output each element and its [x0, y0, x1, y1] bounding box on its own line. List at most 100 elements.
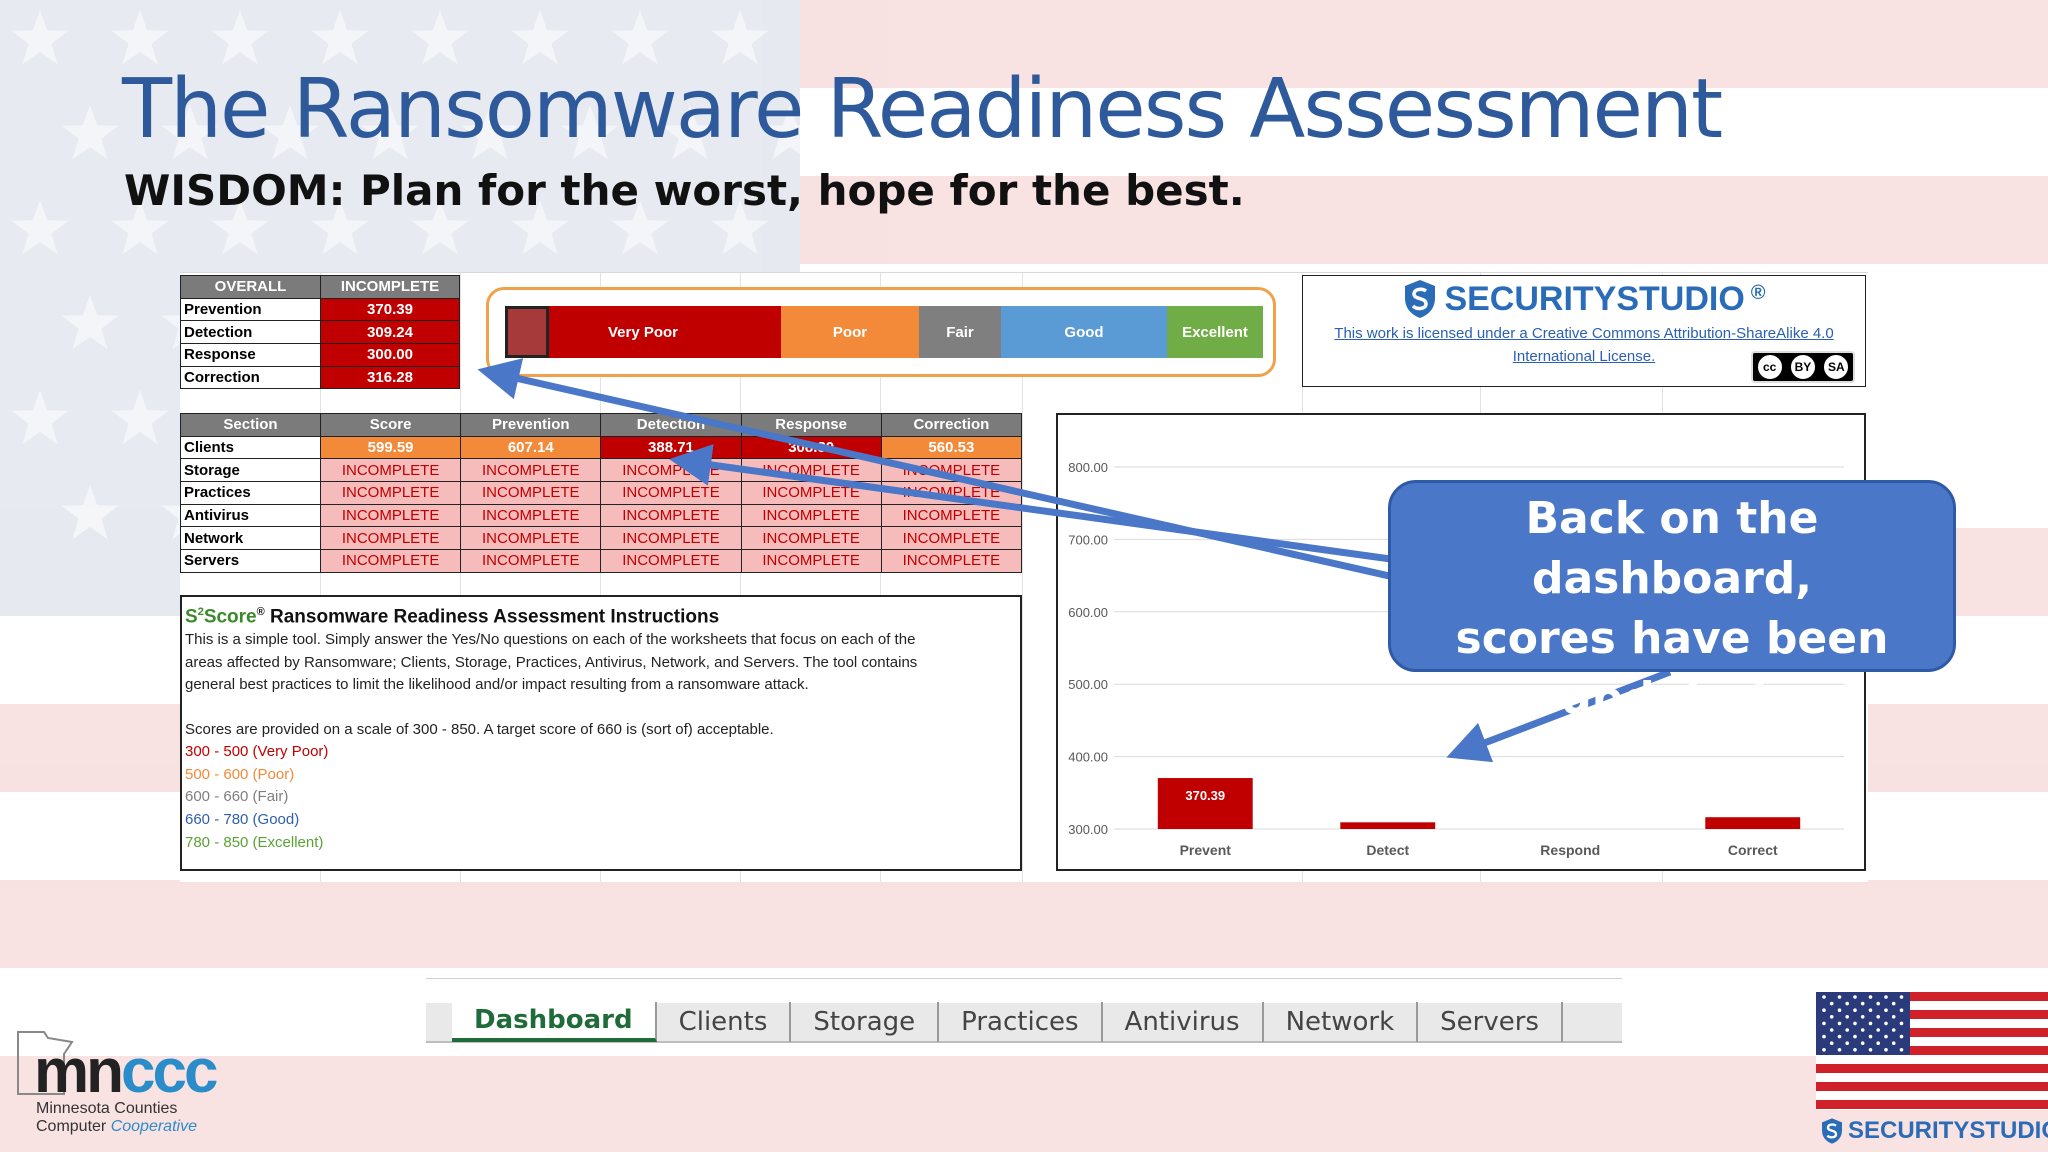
mn-text: mn	[34, 1037, 124, 1106]
instructions-title: Ransomware Readiness Assessment Instruct…	[264, 606, 720, 628]
response-cell[interactable]: INCOMPLETE	[740, 549, 882, 573]
scale-excellent: Excellent	[1167, 306, 1263, 358]
y-tick-label: 700.00	[1068, 532, 1108, 547]
detection-cell[interactable]: 388.71	[600, 435, 742, 460]
section-header[interactable]: Section	[180, 413, 321, 437]
overall-scores-table: OVERALL INCOMPLETE Prevention 370.39 Det…	[180, 275, 460, 390]
prevention-cell[interactable]: INCOMPLETE	[460, 526, 602, 551]
tab-antivirus[interactable]: Antivirus	[1103, 1002, 1264, 1042]
correction-cell[interactable]: INCOMPLETE	[880, 481, 1023, 505]
instructions-panel[interactable]: S2Score® Ransomware Readiness Assessment…	[180, 595, 1022, 871]
overall-value[interactable]: 316.28	[320, 365, 460, 390]
overall-status-header[interactable]: INCOMPLETE	[320, 275, 460, 299]
correction-cell[interactable]: INCOMPLETE	[880, 526, 1023, 551]
slide-title: The Ransomware Readiness Assessment	[122, 62, 1723, 157]
flag-star	[1876, 1001, 1880, 1006]
overall-value[interactable]: 300.00	[320, 343, 460, 367]
overall-label[interactable]: Prevention	[180, 297, 321, 322]
mnccc-logo: mnccc Minnesota Counties Computer Cooper…	[14, 1028, 234, 1146]
range-very-poor: 300 - 500 (Very Poor)	[185, 743, 329, 761]
section-label[interactable]: Storage	[180, 458, 321, 483]
prevention-cell[interactable]: INCOMPLETE	[460, 549, 602, 573]
section-label[interactable]: Clients	[180, 435, 321, 460]
callout-bubble: Back on the dashboard, scores have been …	[1388, 480, 1956, 724]
prevention-header[interactable]: Prevention	[460, 413, 602, 437]
mnccc-wordmark: mnccc	[34, 1036, 218, 1107]
response-cell[interactable]: INCOMPLETE	[740, 458, 882, 483]
overall-value[interactable]: 309.24	[320, 320, 460, 345]
detection-cell[interactable]: INCOMPLETE	[600, 526, 742, 551]
tab-clients[interactable]: Clients	[657, 1002, 792, 1042]
instructions-heading: S2Score® Ransomware Readiness Assessment…	[185, 601, 1017, 629]
response-cell[interactable]: 308.80	[740, 435, 882, 460]
prevention-cell[interactable]: INCOMPLETE	[460, 503, 602, 528]
tab-dashboard[interactable]: Dashboard	[452, 1002, 657, 1042]
tab-network[interactable]: Network	[1264, 1002, 1419, 1042]
prevention-cell[interactable]: INCOMPLETE	[460, 481, 602, 505]
response-cell[interactable]: INCOMPLETE	[740, 481, 882, 505]
chart-bar[interactable]	[1340, 822, 1436, 829]
tab-practices[interactable]: Practices	[939, 1002, 1103, 1042]
correction-cell[interactable]: INCOMPLETE	[880, 503, 1023, 528]
response-cell[interactable]: INCOMPLETE	[740, 503, 882, 528]
y-tick-label: 500.00	[1068, 677, 1108, 692]
score-cell[interactable]: INCOMPLETE	[319, 481, 462, 505]
flag-star	[1829, 1041, 1834, 1045]
score-cell[interactable]: INCOMPLETE	[319, 526, 462, 551]
callout-line: scores have been	[1455, 613, 1889, 664]
response-cell[interactable]: INCOMPLETE	[740, 526, 882, 551]
detection-cell[interactable]: INCOMPLETE	[600, 481, 742, 505]
flag-star	[1884, 995, 1888, 999]
detection-header[interactable]: Detection	[600, 413, 742, 437]
correction-header[interactable]: Correction	[880, 413, 1023, 437]
score-cell[interactable]: 599.59	[319, 435, 462, 460]
overall-label[interactable]: Correction	[180, 365, 321, 390]
correction-cell[interactable]: 560.53	[880, 435, 1023, 460]
chart-bar[interactable]	[1705, 817, 1801, 829]
flag-star	[1822, 1048, 1826, 1052]
detection-cell[interactable]: INCOMPLETE	[600, 549, 742, 573]
overall-value[interactable]: 370.39	[320, 297, 460, 322]
flag-star	[1868, 995, 1873, 999]
flag-star	[1822, 995, 1826, 999]
response-header[interactable]: Response	[740, 413, 882, 437]
instructions-scale-text: Scores are provided on a scale of 300 - …	[185, 720, 774, 738]
overall-header[interactable]: OVERALL	[180, 275, 321, 299]
cc-by-icon: BY	[1790, 355, 1815, 379]
flag-star	[1853, 1034, 1857, 1039]
correction-cell[interactable]: INCOMPLETE	[880, 549, 1023, 573]
flag-star	[1829, 1001, 1834, 1006]
ccc-text: ccc	[121, 1037, 218, 1106]
table-row: Storage INCOMPLETE INCOMPLETE INCOMPLETE…	[180, 458, 1023, 483]
section-label[interactable]: Practices	[180, 481, 321, 505]
detection-cell[interactable]: INCOMPLETE	[600, 503, 742, 528]
score-scale-box[interactable]: Very Poor Poor Fair Good Excellent	[486, 287, 1276, 377]
score-cell[interactable]: INCOMPLETE	[319, 549, 462, 573]
score-cell[interactable]: INCOMPLETE	[319, 503, 462, 528]
section-label[interactable]: Servers	[180, 549, 321, 573]
range-excellent: 780 - 850 (Excellent)	[185, 833, 324, 851]
table-row: Response 300.00	[180, 343, 460, 367]
org-line1: Minnesota Counties	[36, 1100, 178, 1117]
x-tick-label: Detect	[1366, 842, 1409, 858]
tab-servers[interactable]: Servers	[1418, 1002, 1563, 1042]
prevention-cell[interactable]: INCOMPLETE	[460, 458, 602, 483]
cc-badge[interactable]: cc BY SA	[1751, 351, 1855, 383]
table-row: Network INCOMPLETE INCOMPLETE INCOMPLETE…	[180, 526, 1023, 551]
score-cell[interactable]: INCOMPLETE	[319, 458, 462, 483]
section-label[interactable]: Network	[180, 526, 321, 551]
overall-label[interactable]: Response	[180, 343, 321, 367]
section-label[interactable]: Antivirus	[180, 503, 321, 528]
chart-bar[interactable]	[1157, 778, 1253, 829]
prevention-cell[interactable]: 607.14	[460, 435, 602, 460]
instructions-line: general best practices to limit the like…	[185, 676, 809, 694]
detection-cell[interactable]: INCOMPLETE	[600, 458, 742, 483]
flag-star	[1884, 1034, 1888, 1039]
flag-star	[1876, 1015, 1880, 1019]
overall-label[interactable]: Detection	[180, 320, 321, 345]
correction-cell[interactable]: INCOMPLETE	[880, 458, 1023, 483]
flag-star	[1837, 995, 1842, 999]
score-header[interactable]: Score	[319, 413, 462, 437]
tab-storage[interactable]: Storage	[791, 1002, 940, 1042]
flag-star	[1868, 1048, 1873, 1052]
